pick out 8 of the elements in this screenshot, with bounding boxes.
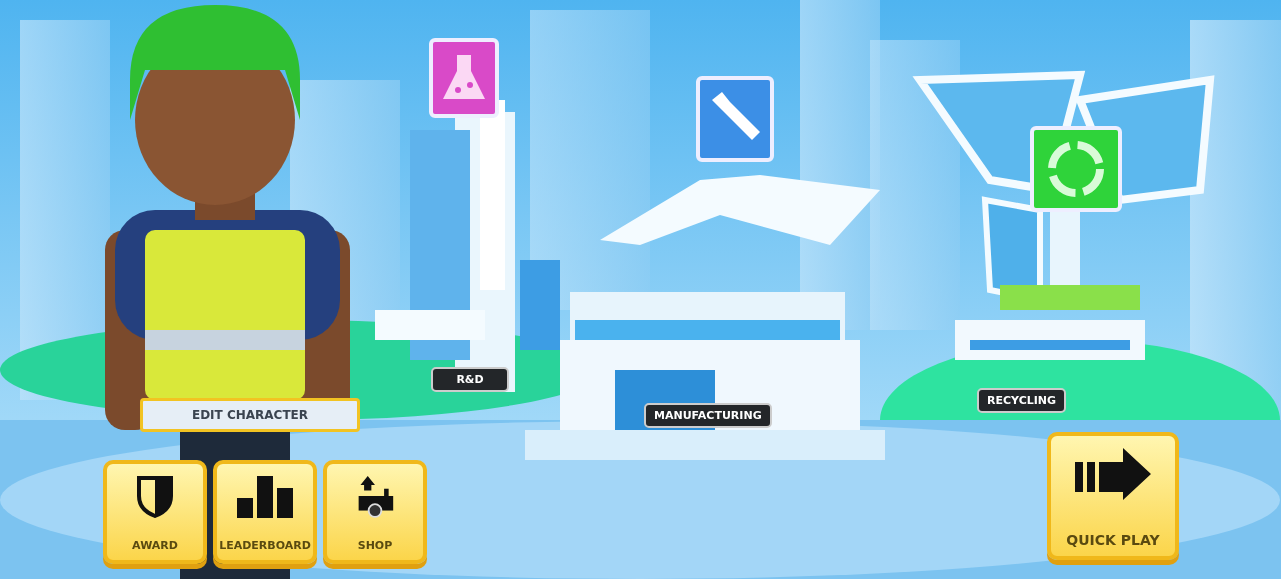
building-label[interactable]: RECYCLING bbox=[977, 388, 1067, 413]
shield-icon bbox=[135, 474, 175, 518]
bar-chart-icon bbox=[235, 474, 295, 518]
building-label[interactable]: MANUFACTURING bbox=[644, 403, 772, 428]
edit-character-button[interactable]: EDIT CHARACTER bbox=[140, 398, 360, 432]
flask-sign-icon bbox=[429, 38, 499, 118]
building-label[interactable]: R&D bbox=[431, 367, 509, 392]
arrow-icon bbox=[1073, 446, 1153, 502]
